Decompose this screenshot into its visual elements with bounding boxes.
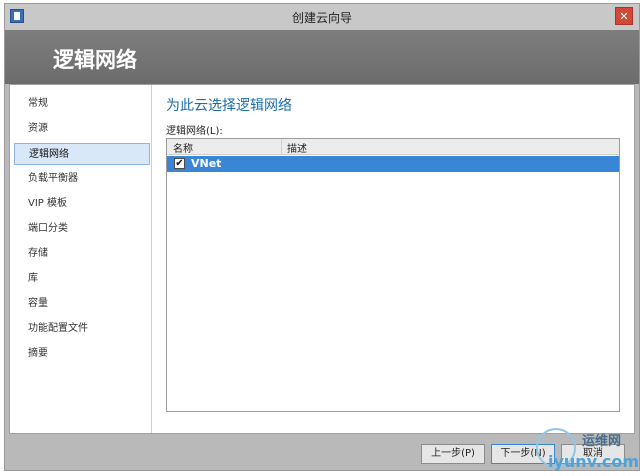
column-divider	[281, 139, 282, 155]
section-heading: 为此云选择逻辑网络	[166, 98, 292, 114]
sidebar-item-capability-profiles[interactable]: 功能配置文件	[14, 318, 150, 340]
close-button[interactable]: ✕	[615, 7, 633, 25]
wizard-window: 创建云向导 ✕ 逻辑网络 常规 资源 逻辑网络 负载平衡器 VIP 模板 端口分…	[4, 3, 640, 471]
page-title: 逻辑网络	[53, 48, 137, 72]
watermark-logo: 运维网 iyunv.com	[534, 424, 640, 474]
watermark-en-text: iyunv.com	[548, 452, 640, 471]
window-title: 创建云向导	[291, 11, 352, 25]
sidebar-item-resources[interactable]: 资源	[14, 118, 150, 140]
logical-network-list[interactable]: 名称 描述 ✔ VNet	[166, 138, 620, 412]
previous-button[interactable]: 上一步(P)	[421, 444, 485, 464]
checkbox-checked-icon[interactable]: ✔	[174, 158, 185, 169]
page-header: 逻辑网络	[5, 30, 639, 84]
sidebar-item-library[interactable]: 库	[14, 268, 150, 290]
sidebar-item-summary[interactable]: 摘要	[14, 343, 150, 365]
sidebar-item-storage[interactable]: 存储	[14, 243, 150, 265]
wizard-steps-sidebar: 常规 资源 逻辑网络 负载平衡器 VIP 模板 端口分类 存储 库 容量 功能配…	[10, 85, 152, 433]
title-bar: 创建云向导 ✕	[5, 4, 639, 30]
column-header-description[interactable]: 描述	[287, 140, 307, 155]
row-name: VNet	[191, 157, 222, 170]
watermark-cn-text: 运维网	[582, 434, 622, 449]
sidebar-item-port-classification[interactable]: 端口分类	[14, 218, 150, 240]
wizard-content: 常规 资源 逻辑网络 负载平衡器 VIP 模板 端口分类 存储 库 容量 功能配…	[9, 84, 635, 434]
sidebar-item-general[interactable]: 常规	[14, 93, 150, 115]
logical-network-label: 逻辑网络(L):	[166, 126, 223, 137]
list-row-vnet[interactable]: ✔ VNet	[167, 156, 619, 172]
sidebar-item-capacity[interactable]: 容量	[14, 293, 150, 315]
main-panel: 为此云选择逻辑网络 逻辑网络(L): 名称 描述 ✔ VNet	[152, 85, 634, 433]
column-header-name[interactable]: 名称	[173, 140, 193, 155]
sidebar-item-logical-network[interactable]: 逻辑网络	[14, 143, 150, 165]
sidebar-item-vip-template[interactable]: VIP 模板	[14, 193, 150, 215]
sidebar-item-load-balancer[interactable]: 负载平衡器	[14, 168, 150, 190]
list-header: 名称 描述	[167, 139, 619, 155]
